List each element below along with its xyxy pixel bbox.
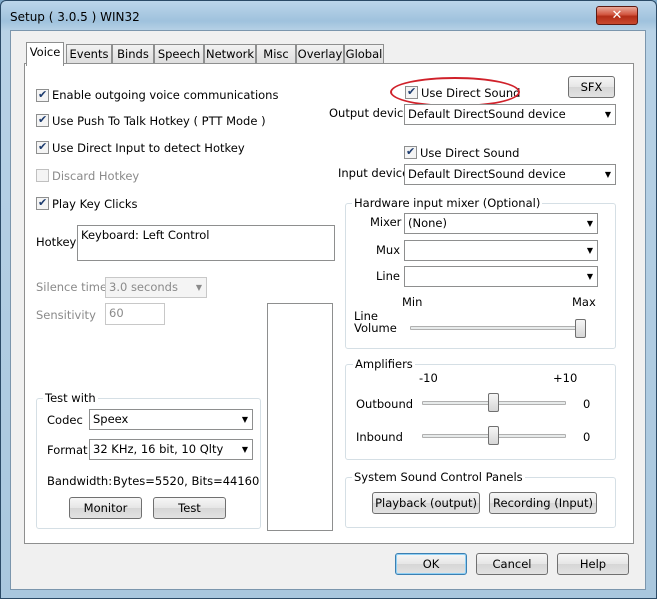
tab-misc[interactable]: Misc	[256, 44, 296, 64]
hotkey-field[interactable]: Keyboard: Left Control	[77, 225, 335, 261]
bandwidth-value: Bytes=5520, Bits=44160	[113, 474, 260, 488]
enable-voice-label: Enable outgoing voice communications	[52, 88, 279, 102]
window-title: Setup ( 3.0.5 ) WIN32	[10, 10, 140, 24]
chevron-down-icon: ▼	[604, 170, 611, 179]
cancel-button[interactable]: Cancel	[476, 553, 548, 575]
discard-hotkey-label: Discard Hotkey	[52, 169, 140, 183]
outbound-slider-thumb[interactable]	[488, 393, 499, 412]
close-icon: ✕	[611, 8, 623, 23]
line-volume-max-label: Max	[572, 295, 596, 309]
line-select[interactable]: ▼	[404, 266, 598, 287]
sensitivity-label: Sensitivity	[36, 308, 96, 322]
input-direct-sound-label: Use Direct Sound	[420, 146, 520, 160]
key-clicks-checkbox[interactable]	[36, 196, 49, 210]
direct-input-checkbox[interactable]	[36, 140, 49, 154]
line-volume-track	[410, 326, 586, 330]
tab-global[interactable]: Global	[344, 44, 384, 64]
line-label: Line	[376, 269, 400, 283]
inbound-label: Inbound	[356, 430, 403, 444]
ok-button[interactable]: OK	[395, 553, 467, 575]
line-volume-min-label: Min	[402, 295, 423, 309]
inbound-value: 0	[583, 430, 591, 444]
hotkey-label: Hotkey	[36, 235, 77, 249]
format-label: Format	[47, 443, 88, 457]
playback-output-button[interactable]: Playback (output)	[372, 492, 480, 514]
chevron-down-icon: ▼	[586, 272, 593, 281]
close-button[interactable]: ✕	[596, 6, 638, 25]
inbound-slider-thumb[interactable]	[488, 426, 499, 445]
mux-select[interactable]: ▼	[404, 240, 598, 261]
tab-voice[interactable]: Voice	[26, 42, 64, 66]
chevron-down-icon: ▼	[241, 445, 248, 454]
sfx-button[interactable]: SFX	[568, 76, 615, 98]
ptt-checkbox[interactable]	[36, 113, 49, 127]
output-device-select[interactable]: Default DirectSound device ▼	[404, 104, 616, 125]
format-select[interactable]: 32 KHz, 16 bit, 10 Qlty ▼	[89, 439, 253, 460]
line-volume-slider-thumb[interactable]	[575, 319, 586, 338]
chevron-down-icon: ▼	[604, 110, 611, 119]
chevron-down-icon: ▼	[586, 246, 593, 255]
key-clicks-label: Play Key Clicks	[52, 197, 138, 211]
codec-select[interactable]: Speex ▼	[89, 409, 253, 430]
amplifiers-title: Amplifiers	[353, 357, 415, 371]
mixer-label: Mixer	[370, 215, 402, 229]
help-button[interactable]: Help	[557, 553, 629, 575]
monitor-button[interactable]: Monitor	[69, 497, 142, 519]
input-device-select[interactable]: Default DirectSound device ▼	[404, 164, 616, 185]
sensitivity-field[interactable]: 60	[105, 303, 165, 325]
chevron-down-icon: ▼	[586, 219, 593, 228]
direct-input-label: Use Direct Input to detect Hotkey	[52, 141, 245, 155]
silence-time-label: Silence time	[36, 280, 108, 294]
outbound-label: Outbound	[356, 397, 414, 411]
mixer-select[interactable]: (None) ▼	[404, 213, 598, 234]
output-device-label: Output device	[329, 106, 411, 120]
amp-min-label: -10	[419, 371, 438, 385]
tab-events[interactable]: Events	[66, 44, 112, 64]
test-button[interactable]: Test	[153, 497, 226, 519]
sound-panels-title: System Sound Control Panels	[352, 470, 525, 484]
silence-time-select[interactable]: 3.0 seconds ▼	[105, 277, 207, 298]
ptt-label: Use Push To Talk Hotkey ( PTT Mode )	[52, 114, 266, 128]
chevron-down-icon: ▼	[241, 415, 248, 424]
bandwidth-label: Bandwidth:	[47, 474, 113, 488]
amp-max-label: +10	[553, 371, 578, 385]
chevron-down-icon: ▼	[195, 283, 202, 292]
outbound-value: 0	[583, 397, 591, 411]
highlight-oval	[390, 77, 520, 107]
hardware-mixer-title: Hardware input mixer (Optional)	[352, 196, 543, 210]
discard-hotkey-checkbox[interactable]	[36, 169, 49, 182]
tab-network[interactable]: Network	[204, 44, 256, 64]
enable-voice-checkbox[interactable]	[36, 88, 49, 102]
line-volume-label-2: Volume	[354, 321, 397, 335]
codec-label: Codec	[47, 413, 83, 427]
tab-overlay[interactable]: Overlay	[296, 44, 344, 64]
tab-binds[interactable]: Binds	[112, 44, 154, 64]
input-device-label: Input device	[338, 166, 410, 180]
level-meter	[267, 303, 333, 531]
mux-label: Mux	[376, 243, 401, 257]
recording-input-button[interactable]: Recording (Input)	[489, 492, 597, 514]
test-with-title: Test with	[43, 391, 98, 405]
tab-speech[interactable]: Speech	[154, 44, 204, 64]
input-direct-sound-checkbox[interactable]	[404, 145, 417, 159]
